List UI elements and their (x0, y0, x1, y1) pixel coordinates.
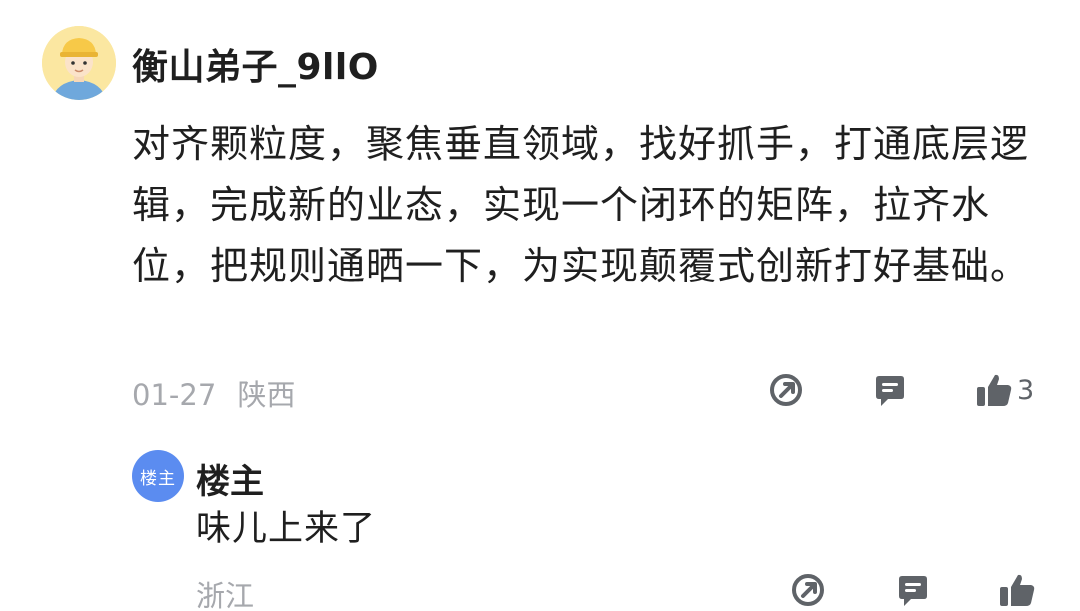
avatar[interactable] (42, 26, 116, 100)
reply-reply-button[interactable] (895, 573, 931, 609)
comment-text: 对齐颗粒度，聚焦垂直领域，找好抓手，打通底层逻辑，完成新的业态，实现一个闭环的矩… (132, 122, 1030, 288)
comment-meta: 01-27 陕西 (132, 372, 296, 414)
reply-location: 浙江 (196, 579, 255, 611)
comment-thread: 衡山弟子_9llO 对齐颗粒度，聚焦垂直领域，找好抓手，打通底层逻辑，完成新的业… (0, 0, 1080, 611)
reply-button[interactable] (872, 373, 908, 409)
reply-icon (899, 576, 927, 606)
reply-icon (876, 376, 904, 406)
thumbs-up-icon (1000, 574, 1035, 606)
thumbs-up-icon (977, 374, 1012, 406)
user-avatar-illustration (42, 26, 116, 100)
reply-text: 味儿上来了 (196, 509, 377, 549)
comment-location: 陕西 (237, 378, 296, 412)
like-count: 3 (1017, 374, 1035, 406)
comment-date: 01-27 (132, 378, 217, 412)
share-button[interactable] (768, 372, 804, 408)
op-badge: 楼主 (132, 450, 184, 502)
reply-share-button[interactable] (790, 572, 826, 608)
reply-like-button[interactable] (998, 572, 1036, 608)
share-icon (792, 574, 824, 606)
username[interactable]: 衡山弟子_9llO (132, 38, 379, 90)
reply-author[interactable]: 楼主 (196, 454, 264, 503)
reply-meta: 浙江 (196, 573, 254, 611)
like-button[interactable]: 3 (975, 372, 1034, 408)
share-icon (770, 374, 802, 406)
